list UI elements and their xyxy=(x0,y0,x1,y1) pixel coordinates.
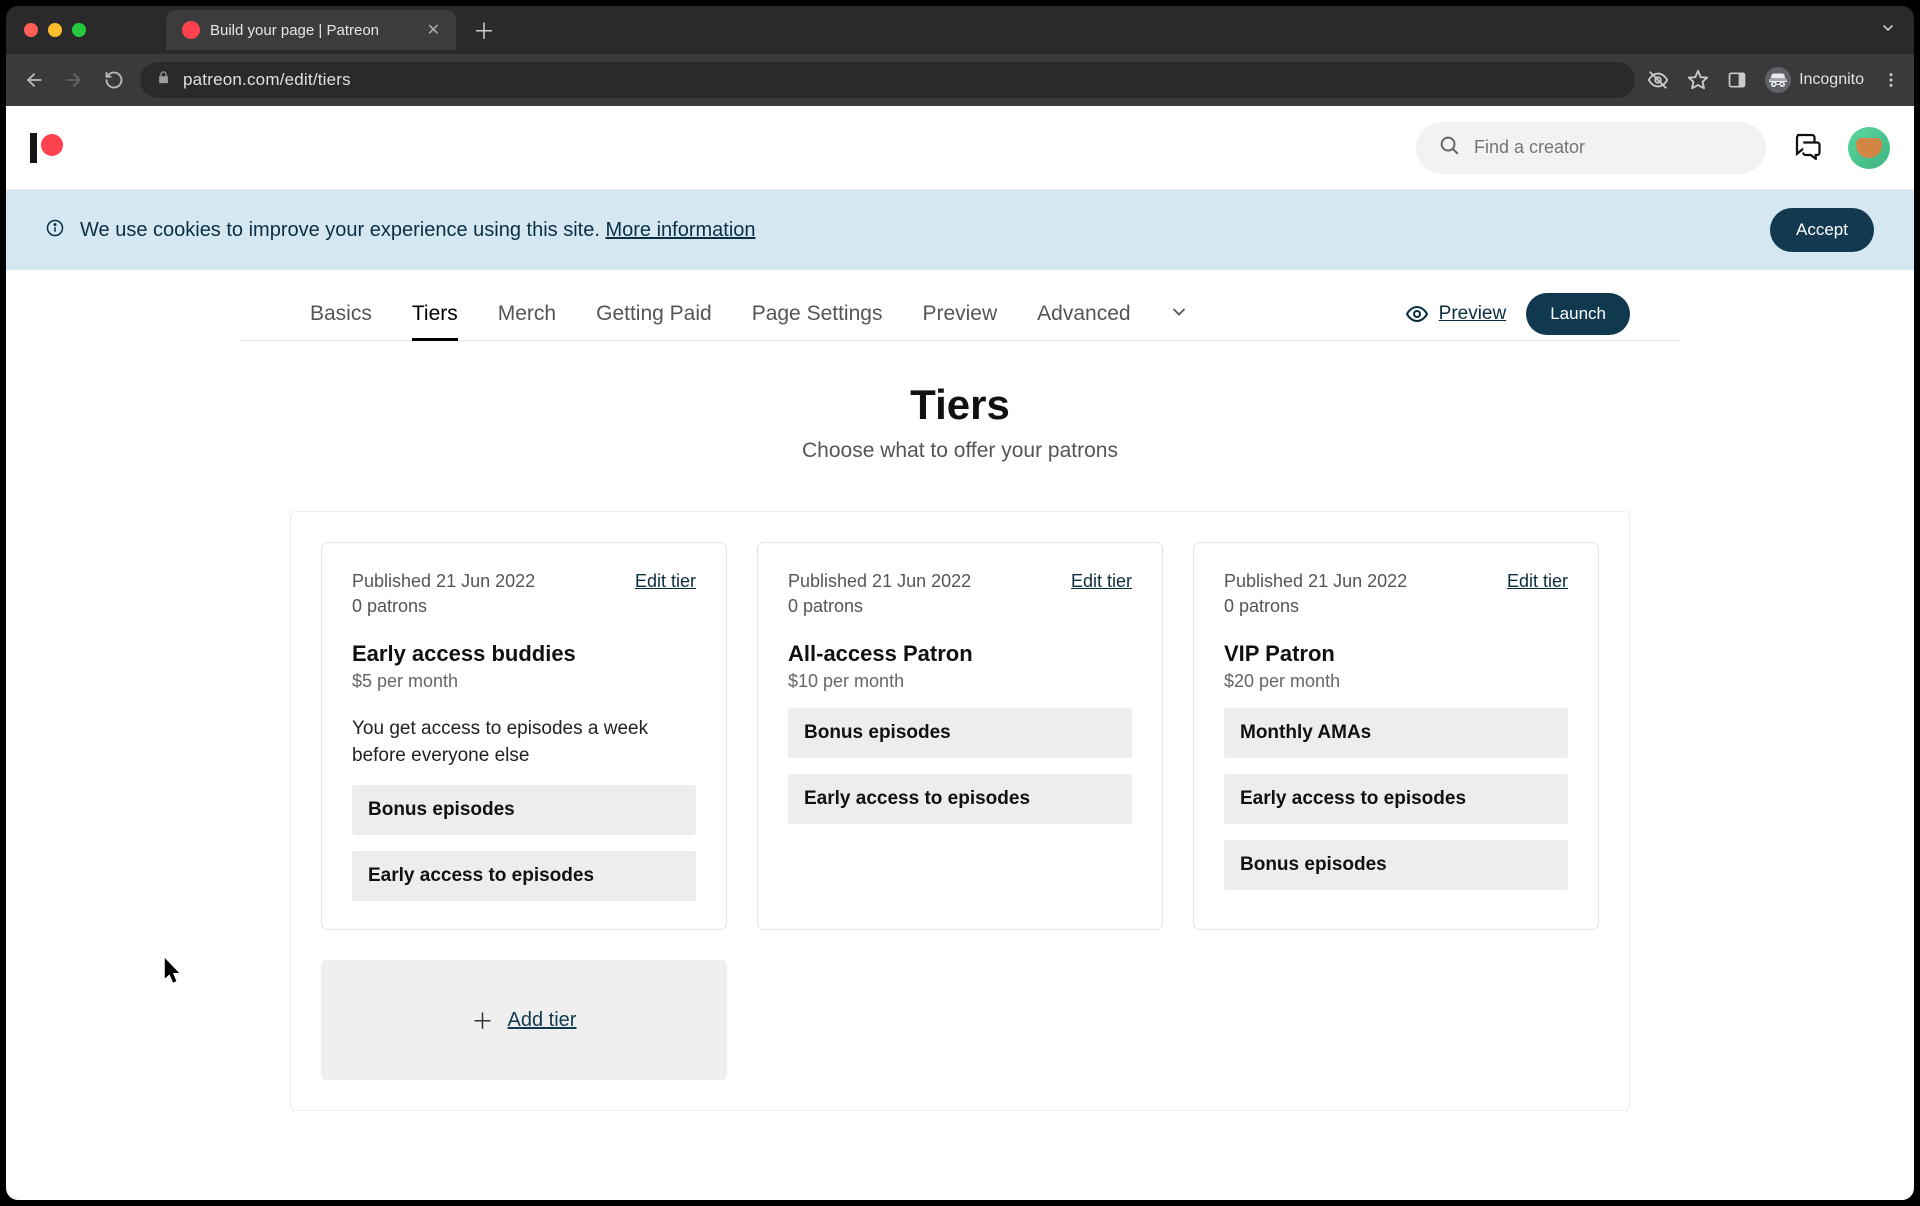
url-text: patreon.com/edit/tiers xyxy=(183,70,351,90)
chevron-down-icon[interactable] xyxy=(1159,292,1199,337)
launch-button[interactable]: Launch xyxy=(1526,293,1630,335)
cookie-text: We use cookies to improve your experienc… xyxy=(80,219,756,242)
tier-published: Published 21 Jun 2022 xyxy=(788,571,971,592)
cookie-message: We use cookies to improve your experienc… xyxy=(80,219,605,241)
tab-strip: Build your page | Patreon ✕ ＋ xyxy=(166,6,498,54)
tab-advanced[interactable]: Advanced xyxy=(1017,288,1150,340)
kebab-menu-icon[interactable] xyxy=(1882,71,1900,89)
benefit-chip: Bonus episodes xyxy=(788,708,1132,758)
lock-icon xyxy=(156,70,171,90)
tier-published: Published 21 Jun 2022 xyxy=(352,571,535,592)
star-icon[interactable] xyxy=(1687,69,1709,91)
search-input[interactable] xyxy=(1474,137,1744,158)
tab-merch[interactable]: Merch xyxy=(478,288,576,340)
add-tier-button[interactable]: ＋ Add tier xyxy=(321,960,727,1080)
address-bar[interactable]: patreon.com/edit/tiers xyxy=(140,62,1635,98)
minimize-window-button[interactable] xyxy=(48,23,62,37)
browser-toolbar: patreon.com/edit/tiers Incognito xyxy=(6,54,1914,106)
info-icon xyxy=(46,219,64,242)
benefit-chip: Bonus episodes xyxy=(352,785,696,835)
tab-preview[interactable]: Preview xyxy=(902,288,1017,340)
benefit-chip: Early access to episodes xyxy=(1224,774,1568,824)
page-title: Tiers xyxy=(290,381,1630,429)
incognito-badge[interactable]: Incognito xyxy=(1765,67,1864,93)
tier-price: $20 per month xyxy=(1224,671,1568,692)
edit-page-tabs: BasicsTiersMerchGetting PaidPage Setting… xyxy=(240,270,1680,341)
app-header xyxy=(6,106,1914,190)
forward-button[interactable] xyxy=(60,66,88,94)
close-tab-icon[interactable]: ✕ xyxy=(427,20,440,40)
tier-price: $10 per month xyxy=(788,671,1132,692)
main: Tiers Choose what to offer your patrons … xyxy=(240,341,1680,1141)
accept-cookies-button[interactable]: Accept xyxy=(1770,208,1874,252)
preview-label: Preview xyxy=(1439,303,1507,325)
incognito-icon xyxy=(1765,67,1791,93)
reload-button[interactable] xyxy=(100,66,128,94)
tab-page-settings[interactable]: Page Settings xyxy=(732,288,903,340)
side-panel-icon[interactable] xyxy=(1727,70,1747,90)
maximize-window-button[interactable] xyxy=(72,23,86,37)
plus-icon: ＋ xyxy=(472,1004,494,1036)
tier-card: Published 21 Jun 2022 0 patrons Edit tier A… xyxy=(757,542,1163,930)
tab-basics[interactable]: Basics xyxy=(290,288,392,340)
patreon-logo[interactable] xyxy=(30,133,63,163)
tier-name: Early access buddies xyxy=(352,641,696,667)
traffic-lights xyxy=(18,23,86,37)
cookie-banner: We use cookies to improve your experienc… xyxy=(6,190,1914,270)
tiers-container: Published 21 Jun 2022 0 patrons Edit tier E… xyxy=(290,511,1630,1111)
tier-patron-count: 0 patrons xyxy=(788,596,971,617)
tier-name: VIP Patron xyxy=(1224,641,1568,667)
mouse-cursor xyxy=(164,958,182,989)
preview-link[interactable]: Preview xyxy=(1405,302,1507,326)
tier-card: Published 21 Jun 2022 0 patrons Edit tier V… xyxy=(1193,542,1599,930)
tier-patron-count: 0 patrons xyxy=(352,596,535,617)
edit-tier-link[interactable]: Edit tier xyxy=(1071,571,1132,592)
patreon-favicon xyxy=(182,21,200,39)
tier-description: You get access to episodes a week before… xyxy=(352,716,696,769)
back-button[interactable] xyxy=(20,66,48,94)
tab-title: Build your page | Patreon xyxy=(210,22,379,39)
user-avatar[interactable] xyxy=(1848,127,1890,169)
edit-tier-link[interactable]: Edit tier xyxy=(635,571,696,592)
tier-published: Published 21 Jun 2022 xyxy=(1224,571,1407,592)
cookie-more-link[interactable]: More information xyxy=(605,219,755,241)
edit-tier-link[interactable]: Edit tier xyxy=(1507,571,1568,592)
tab-getting-paid[interactable]: Getting Paid xyxy=(576,288,732,340)
tabs-dropdown-icon[interactable] xyxy=(1880,20,1896,41)
incognito-label: Incognito xyxy=(1799,71,1864,89)
benefit-chip: Early access to episodes xyxy=(788,774,1132,824)
tier-card: Published 21 Jun 2022 0 patrons Edit tier E… xyxy=(321,542,727,930)
window-chrome: Build your page | Patreon ✕ ＋ xyxy=(6,6,1914,54)
eye-icon xyxy=(1405,302,1429,326)
page-content: We use cookies to improve your experienc… xyxy=(6,106,1914,1200)
add-tier-label: Add tier xyxy=(508,1009,577,1032)
tier-name: All-access Patron xyxy=(788,641,1132,667)
tab-tiers[interactable]: Tiers xyxy=(392,288,478,340)
new-tab-button[interactable]: ＋ xyxy=(470,16,498,44)
benefit-chip: Bonus episodes xyxy=(1224,840,1568,890)
tier-price: $5 per month xyxy=(352,671,696,692)
page-subtitle: Choose what to offer your patrons xyxy=(290,439,1630,463)
search-field[interactable] xyxy=(1416,122,1766,174)
close-window-button[interactable] xyxy=(24,23,38,37)
search-icon xyxy=(1438,134,1460,161)
browser-tab[interactable]: Build your page | Patreon ✕ xyxy=(166,10,456,50)
eye-blocked-icon[interactable] xyxy=(1647,69,1669,91)
messages-icon[interactable] xyxy=(1792,130,1822,165)
tier-patron-count: 0 patrons xyxy=(1224,596,1407,617)
benefit-chip: Monthly AMAs xyxy=(1224,708,1568,758)
benefit-chip: Early access to episodes xyxy=(352,851,696,901)
